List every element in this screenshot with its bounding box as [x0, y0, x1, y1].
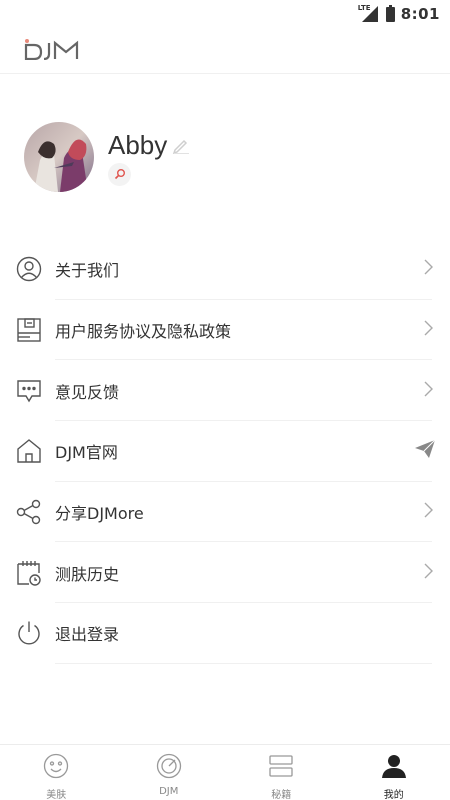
nav-label: 美肤 [46, 790, 67, 800]
djm-logo [24, 38, 80, 64]
tab-tips[interactable]: 秘籍 [225, 745, 338, 800]
nav-label: 秘籍 [271, 790, 292, 800]
network-type: LTE [357, 4, 371, 12]
menu-item-share[interactable]: 分享DJMore [0, 482, 450, 543]
share-icon [16, 499, 42, 525]
settings-menu: 关于我们 用户服务协议及隐私政策 意见反馈 DJM官网 分享DJMore 测肤历… [0, 239, 450, 664]
app-header [0, 28, 450, 74]
menu-label: DJM官网 [55, 443, 118, 463]
menu-item-skin-history[interactable]: 测肤历史 [0, 542, 450, 604]
lte-signal-icon: LTE [357, 4, 380, 23]
search-badge[interactable] [108, 163, 131, 186]
avatar[interactable] [24, 122, 94, 192]
chevron-right-icon [424, 381, 433, 401]
document-icon [16, 317, 42, 343]
user-circle-icon [16, 256, 42, 282]
tab-djm[interactable]: DJM [113, 745, 226, 800]
profile-section: Abby [0, 120, 450, 195]
person-icon [381, 753, 407, 783]
menu-label: 意见反馈 [55, 382, 120, 402]
battery-icon [385, 4, 395, 22]
search-icon [114, 165, 126, 184]
menu-item-logout[interactable]: 退出登录 [0, 603, 450, 664]
menu-item-about-us[interactable]: 关于我们 [0, 239, 450, 300]
menu-label: 关于我们 [55, 261, 120, 281]
status-time: 8:01 [400, 5, 440, 23]
chevron-right-icon [424, 259, 433, 279]
status-bar: LTE 8:01 [0, 0, 450, 28]
edit-pencil-icon[interactable] [172, 136, 190, 158]
stack-icon [268, 753, 294, 783]
nav-label: DJM [159, 786, 179, 797]
menu-label: 分享DJMore [55, 504, 144, 524]
power-icon [16, 620, 42, 646]
chat-bubble-icon [16, 378, 42, 404]
gauge-icon [156, 753, 182, 783]
menu-item-user-agreement[interactable]: 用户服务协议及隐私政策 [0, 300, 450, 361]
username: Abby [108, 130, 168, 160]
chevron-right-icon [424, 563, 433, 583]
nav-label: 我的 [383, 790, 404, 800]
menu-label: 测肤历史 [55, 564, 120, 584]
home-icon [16, 438, 42, 464]
calendar-clock-icon [16, 560, 42, 586]
bottom-nav: 美肤 DJM 秘籍 我的 [0, 744, 450, 800]
chevron-right-icon [424, 502, 433, 522]
tab-mine[interactable]: 我的 [338, 745, 450, 800]
menu-item-feedback[interactable]: 意见反馈 [0, 360, 450, 422]
tab-skin-care[interactable]: 美肤 [0, 745, 113, 800]
send-plane-icon [414, 439, 436, 463]
menu-item-website[interactable]: DJM官网 [0, 421, 450, 482]
divider [55, 662, 432, 664]
chevron-right-icon [424, 320, 433, 340]
smile-face-icon [43, 753, 69, 783]
menu-label: 退出登录 [55, 625, 120, 645]
menu-label: 用户服务协议及隐私政策 [55, 322, 232, 342]
